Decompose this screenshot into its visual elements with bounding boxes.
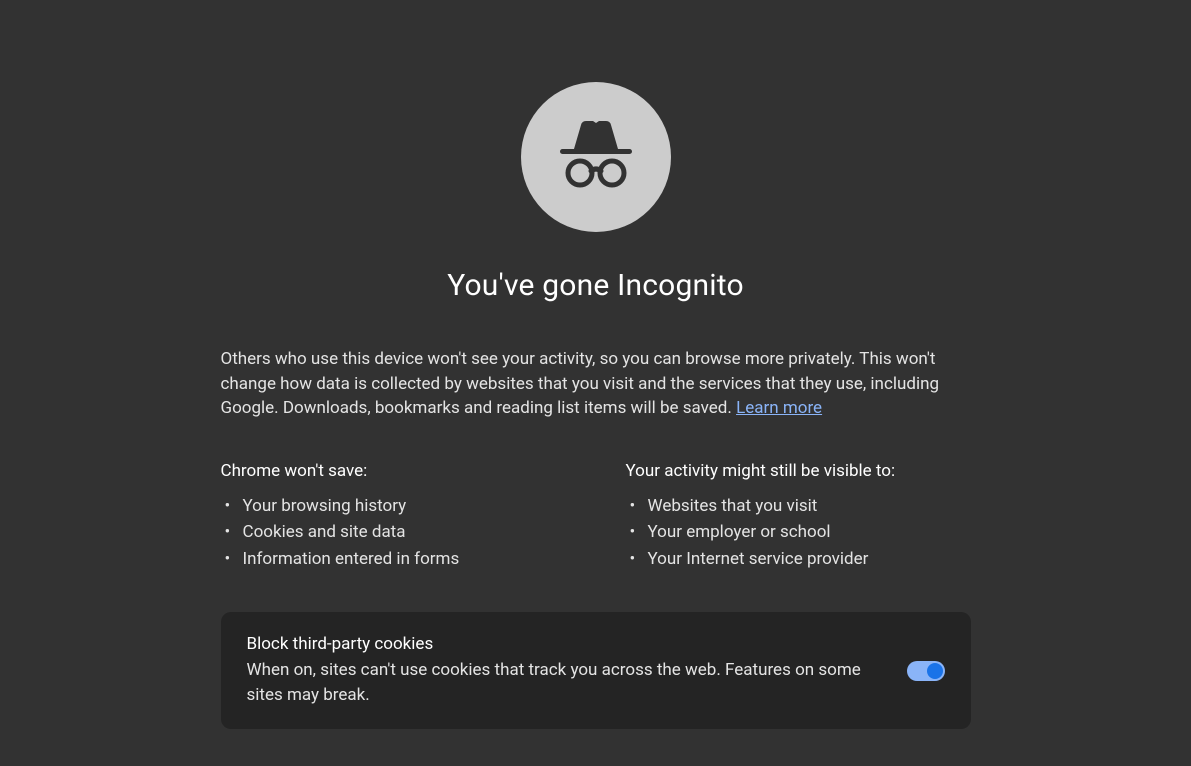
incognito-page: You've gone Incognito Others who use thi… (221, 0, 971, 766)
description-body: Others who use this device won't see you… (221, 349, 940, 418)
toggle-text: Block third-party cookies When on, sites… (247, 634, 877, 707)
visible-to-column: Your activity might still be visible to:… (626, 461, 971, 572)
cookies-toggle-card: Block third-party cookies When on, sites… (221, 612, 971, 729)
info-columns: Chrome won't save: Your browsing history… (221, 461, 971, 572)
learn-more-link[interactable]: Learn more (736, 398, 822, 418)
toggle-title: Block third-party cookies (247, 634, 877, 654)
list-item: Cookies and site data (225, 519, 566, 545)
wont-save-heading: Chrome won't save: (221, 461, 566, 481)
list-item: Information entered in forms (225, 546, 566, 572)
toggle-description: When on, sites can't use cookies that tr… (247, 658, 877, 707)
toggle-knob (927, 663, 943, 679)
list-item: Your Internet service provider (630, 546, 971, 572)
list-item: Your employer or school (630, 519, 971, 545)
list-item: Websites that you visit (630, 493, 971, 519)
block-cookies-toggle[interactable] (907, 661, 945, 681)
wont-save-column: Chrome won't save: Your browsing history… (221, 461, 566, 572)
description-text: Others who use this device won't see you… (221, 347, 971, 421)
list-item: Your browsing history (225, 493, 566, 519)
incognito-icon (521, 82, 671, 232)
hat-glasses-icon (546, 107, 646, 207)
visible-to-heading: Your activity might still be visible to: (626, 461, 971, 481)
page-title: You've gone Incognito (447, 268, 744, 303)
